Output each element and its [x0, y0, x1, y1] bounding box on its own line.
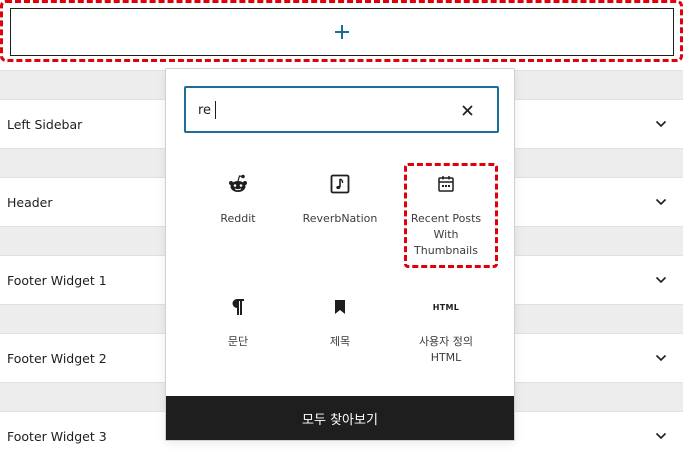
html-icon-text: HTML: [432, 302, 460, 312]
block-label: 사용자 정의 HTML: [418, 335, 474, 364]
block-search-box[interactable]: [184, 86, 499, 133]
chevron-down-icon[interactable]: [655, 118, 667, 130]
add-block-button[interactable]: [10, 8, 674, 56]
block-label: Reddit: [220, 212, 256, 225]
close-icon: [461, 104, 473, 116]
chevron-down-icon[interactable]: [655, 352, 667, 364]
block-label: 제목: [329, 335, 351, 348]
browse-all-button[interactable]: 모두 찾아보기: [166, 396, 514, 440]
chevron-down-icon[interactable]: [655, 196, 667, 208]
inserter-toggle-highlight: [0, 0, 683, 62]
block-search-input[interactable]: [198, 99, 438, 121]
block-item-heading[interactable]: 제목: [290, 296, 390, 350]
highlight-outline: [404, 163, 498, 268]
paragraph-icon: [188, 296, 288, 318]
chevron-down-icon[interactable]: [655, 430, 667, 442]
widget-area-title: Footer Widget 3: [7, 428, 107, 444]
block-label: 문단: [227, 335, 249, 348]
widgets-editor: Left Sidebar Header Footer Widget 1 Foot…: [0, 0, 683, 449]
widget-area-title: Left Sidebar: [7, 116, 83, 132]
block-item-reddit[interactable]: Reddit: [188, 173, 288, 227]
reverbnation-icon: [290, 173, 390, 195]
widget-area-title: Header: [7, 194, 53, 210]
block-item-reverbnation[interactable]: ReverbNation: [290, 173, 390, 227]
block-label: ReverbNation: [302, 212, 378, 225]
widget-area-title: Footer Widget 1: [7, 272, 107, 288]
reddit-icon: [188, 173, 288, 195]
chevron-down-icon[interactable]: [655, 274, 667, 286]
block-item-paragraph[interactable]: 문단: [188, 296, 288, 350]
widget-area-title: Footer Widget 2: [7, 350, 107, 366]
block-item-custom-html[interactable]: HTML 사용자 정의 HTML: [396, 296, 496, 366]
block-inserter-popover: Reddit ReverbNation: [165, 68, 515, 441]
clear-search-button[interactable]: [457, 100, 477, 120]
text-caret: [215, 101, 216, 119]
html-icon: HTML: [396, 296, 496, 318]
bookmark-icon: [290, 296, 390, 318]
plus-icon: [335, 25, 349, 39]
